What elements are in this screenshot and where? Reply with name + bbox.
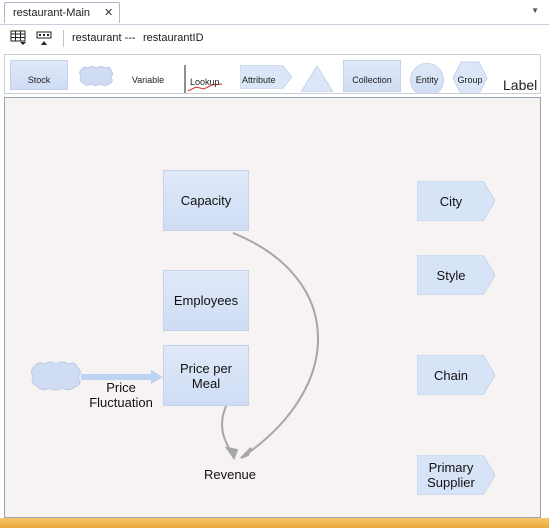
tab-title: restaurant-Main bbox=[13, 7, 91, 19]
palette-variable[interactable]: Variable bbox=[123, 67, 173, 87]
palette-label[interactable]: Label bbox=[503, 77, 540, 93]
palette-stock[interactable]: Stock bbox=[10, 60, 68, 90]
palette-attribute-label: Attribute bbox=[242, 75, 276, 85]
diagram-canvas[interactable]: Capacity Employees Price per Meal Price … bbox=[4, 97, 541, 518]
document-tab-strip: restaurant-Main ✕ ▼ bbox=[0, 0, 549, 25]
entity-id-label: restaurantID bbox=[143, 32, 204, 44]
palette-attribute[interactable]: Attribute bbox=[239, 64, 293, 90]
palette-collection[interactable]: Collection bbox=[343, 60, 401, 92]
attribute-style[interactable]: Style bbox=[417, 255, 495, 295]
attribute-chain-label: Chain bbox=[434, 367, 468, 383]
diagram-toolbar: restaurant --- restaurantID bbox=[0, 25, 549, 52]
flow-label-price-fluctuation[interactable]: Price Fluctuation bbox=[89, 380, 153, 410]
tab-restaurant-main[interactable]: restaurant-Main ✕ bbox=[4, 2, 120, 23]
palette-lookup[interactable]: Lookup bbox=[182, 63, 228, 93]
palette-lookup-label: Lookup bbox=[190, 77, 220, 87]
tab-list-dropdown-icon[interactable]: ▼ bbox=[531, 6, 539, 15]
status-bar bbox=[0, 518, 549, 528]
attribute-primary-supplier[interactable]: Primary Supplier bbox=[417, 455, 495, 495]
palette-triangle[interactable] bbox=[300, 65, 334, 93]
entity-name-label: restaurant --- bbox=[72, 32, 136, 44]
palette-collection-label: Collection bbox=[352, 75, 392, 85]
keyboard-icon[interactable] bbox=[36, 30, 54, 46]
palette-entity-label: Entity bbox=[415, 75, 439, 85]
table-grid-icon[interactable] bbox=[10, 30, 28, 46]
stock-capacity[interactable]: Capacity bbox=[163, 170, 249, 231]
link-arrowhead-icon bbox=[240, 447, 252, 459]
toolbar-separator bbox=[63, 30, 64, 47]
attribute-city-label: City bbox=[439, 193, 463, 209]
palette-variable-label: Variable bbox=[131, 75, 165, 85]
cloud-icon bbox=[79, 66, 113, 86]
element-palette: Stock Variable Lookup Attribute Collecti… bbox=[4, 54, 541, 94]
attribute-primary-supplier-label: Primary Supplier bbox=[427, 460, 475, 490]
stock-price-per-meal[interactable]: Price per Meal bbox=[163, 345, 249, 406]
stock-employees[interactable]: Employees bbox=[163, 270, 249, 331]
attribute-chain[interactable]: Chain bbox=[417, 355, 495, 395]
palette-cloud[interactable] bbox=[78, 65, 114, 87]
attribute-city[interactable]: City bbox=[417, 181, 495, 221]
flow-source-cloud-icon[interactable] bbox=[29, 360, 83, 392]
tab-close-icon[interactable]: ✕ bbox=[104, 6, 113, 19]
palette-stock-label: Stock bbox=[27, 75, 51, 85]
triangle-shape-icon bbox=[300, 65, 334, 93]
link-arrowhead-icon bbox=[224, 446, 239, 461]
palette-group-label: Group bbox=[457, 75, 483, 85]
attribute-style-label: Style bbox=[436, 267, 466, 283]
palette-label-text: Label bbox=[503, 77, 538, 93]
palette-group[interactable]: Group bbox=[452, 61, 488, 93]
variable-revenue[interactable]: Revenue bbox=[200, 467, 260, 482]
palette-entity[interactable]: Entity bbox=[410, 63, 444, 93]
